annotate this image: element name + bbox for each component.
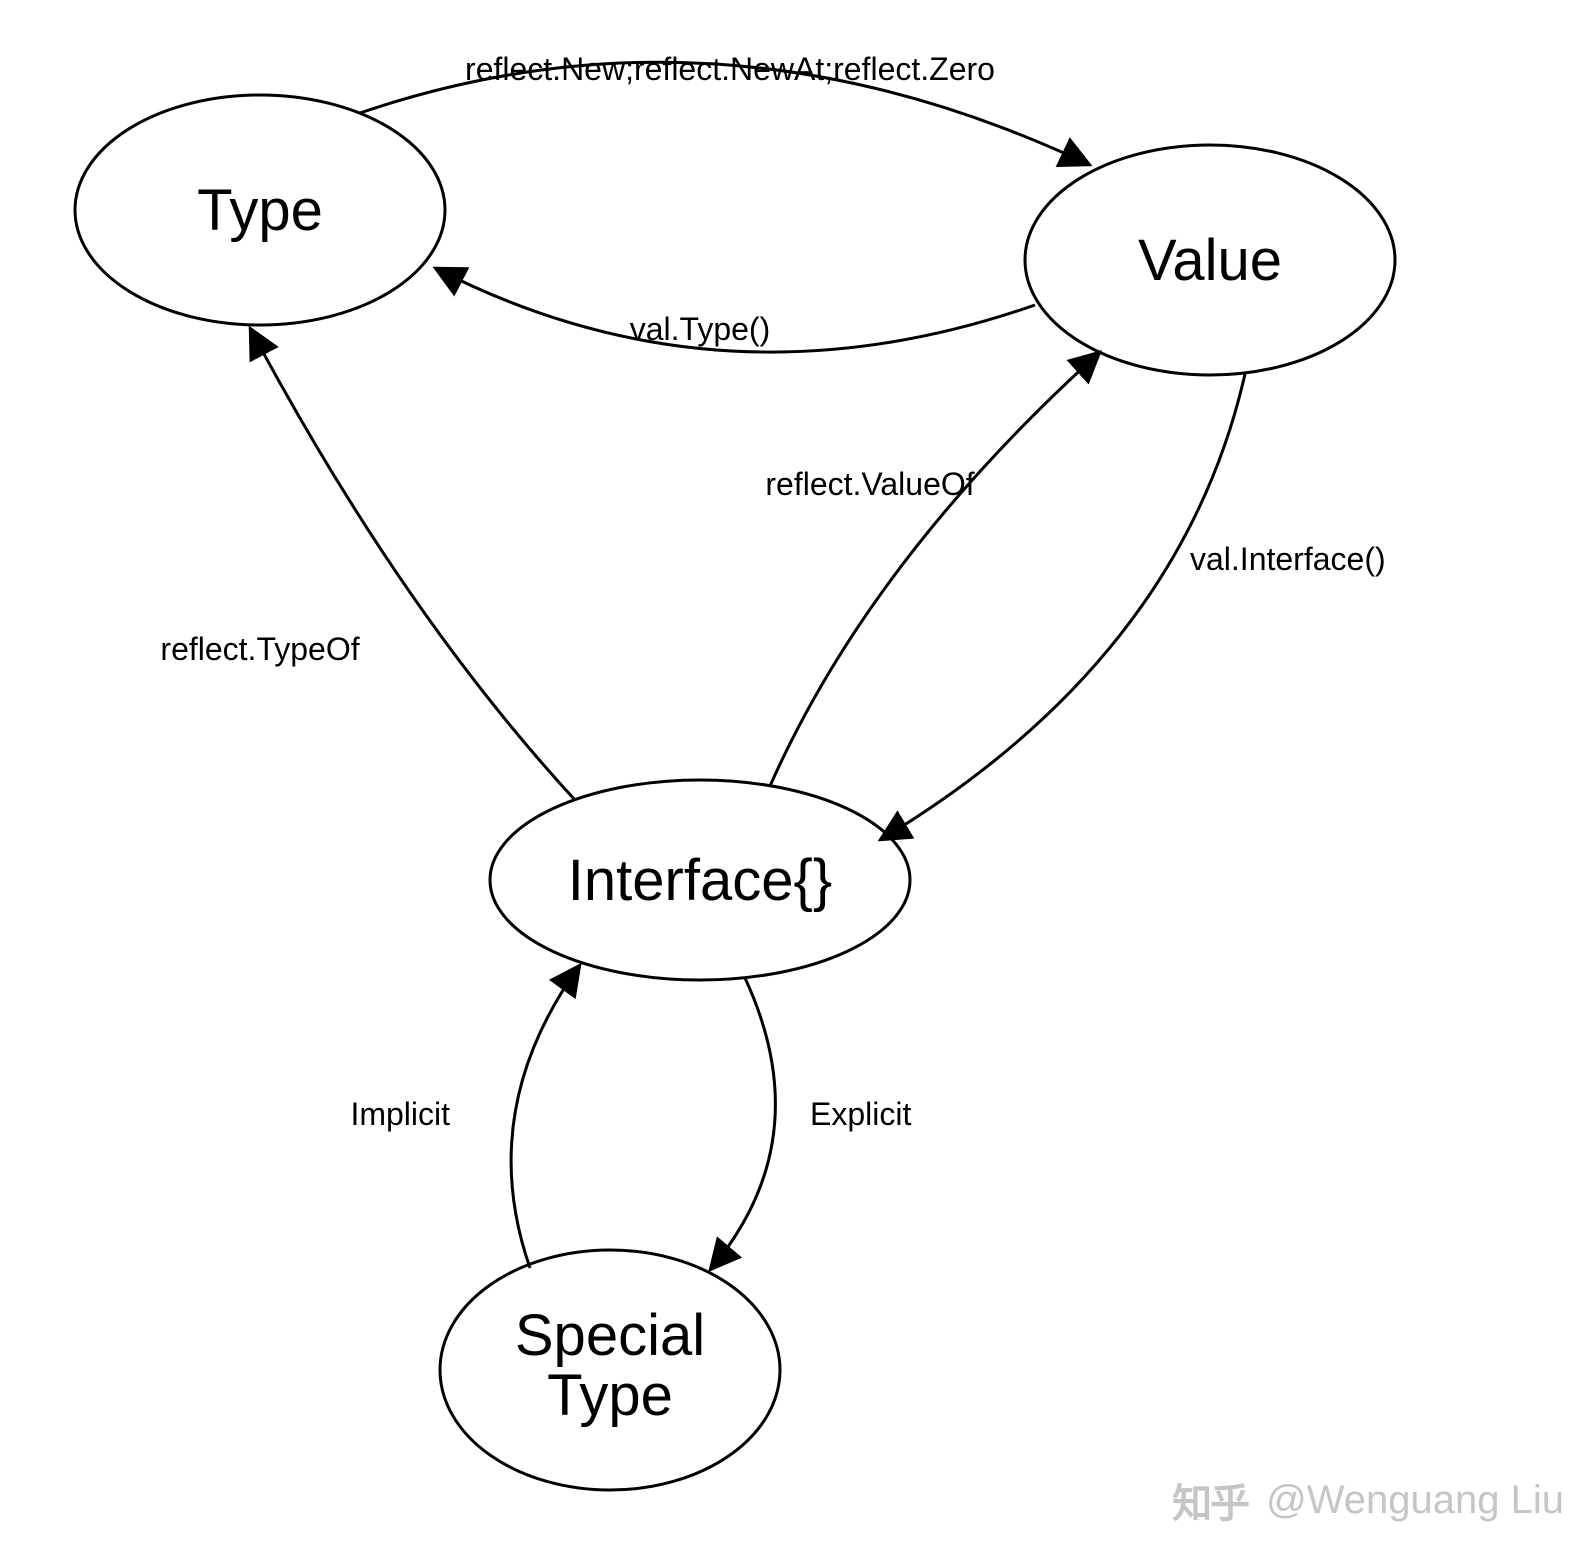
node-special-type: Special Type	[440, 1250, 780, 1490]
edge-value-to-interface: val.Interface()	[880, 374, 1386, 840]
edge-special-to-interface-label: Implicit	[350, 1096, 450, 1132]
edge-type-to-value-label: reflect.New;reflect.NewAt;reflect.Zero	[465, 51, 995, 87]
edge-value-to-type: val.Type()	[435, 268, 1035, 352]
edge-interface-to-type-label: reflect.TypeOf	[160, 631, 359, 667]
edge-value-to-interface-label: val.Interface()	[1190, 541, 1386, 577]
edge-special-to-interface: Implicit	[350, 965, 580, 1268]
node-value: Value	[1025, 145, 1395, 375]
node-interface: Interface{}	[490, 780, 910, 980]
node-value-label: Value	[1138, 228, 1282, 293]
edge-interface-to-special-label: Explicit	[810, 1096, 911, 1132]
edge-interface-to-special: Explicit	[710, 978, 911, 1270]
node-special-label-line2: Type	[547, 1363, 673, 1428]
node-type: Type	[75, 95, 445, 325]
edge-interface-to-type: reflect.TypeOf	[160, 328, 575, 800]
edge-interface-to-value: reflect.ValueOf	[765, 352, 1100, 786]
node-type-label: Type	[197, 178, 323, 243]
node-special-label-line1: Special	[515, 1303, 705, 1368]
edge-value-to-type-label: val.Type()	[630, 311, 770, 347]
node-interface-label: Interface{}	[568, 848, 832, 913]
edge-type-to-value: reflect.New;reflect.NewAt;reflect.Zero	[360, 51, 1090, 165]
reflect-diagram: Type Value Interface{} Special Type refl…	[0, 0, 1594, 1544]
edge-interface-to-value-label: reflect.ValueOf	[765, 466, 974, 502]
